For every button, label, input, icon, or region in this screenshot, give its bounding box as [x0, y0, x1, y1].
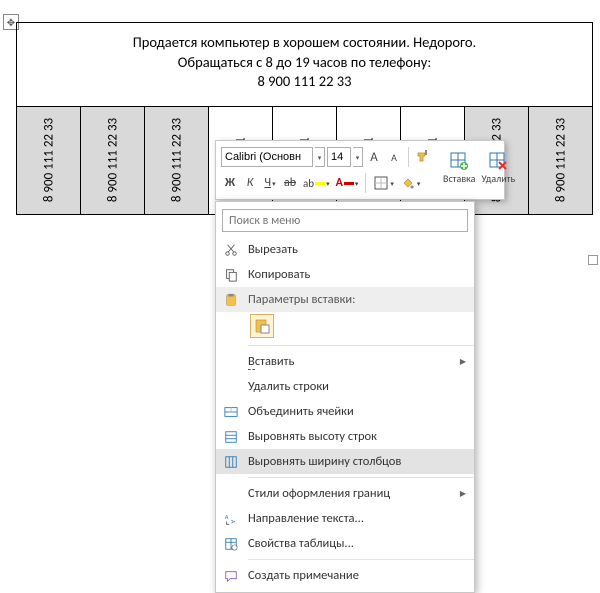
menu-merge-cells[interactable]: Объединить ячейки — [216, 399, 474, 424]
tearoff-strip[interactable]: 8 900 111 22 33 — [17, 107, 81, 215]
strikethrough-button[interactable]: ab — [281, 172, 299, 194]
menu-delete-rows[interactable]: Удалить строки — [216, 374, 474, 399]
delete-split-button[interactable]: Удалить — [478, 144, 518, 192]
table-resize-handle[interactable] — [588, 255, 598, 265]
borders-button[interactable]: ▾ — [371, 172, 396, 194]
insert-split-button[interactable]: Вставка — [440, 144, 478, 192]
table-properties-icon — [222, 535, 240, 553]
delete-table-icon — [488, 151, 508, 171]
paste-icon — [222, 291, 240, 309]
menu-insert[interactable]: ВВставитьставить ▶ — [216, 349, 474, 374]
menu-new-comment[interactable]: Создать примечание — [216, 563, 474, 588]
ad-line1: Продается компьютер в хорошем состоянии.… — [25, 33, 584, 53]
paste-option-nest-table[interactable] — [250, 314, 274, 338]
ad-cell[interactable]: Продается компьютер в хорошем состоянии.… — [16, 22, 593, 107]
context-menu: Вырезать Копировать Параметры вставки: В… — [215, 201, 475, 593]
distribute-rows-icon — [222, 428, 240, 446]
menu-search-input[interactable] — [222, 209, 468, 232]
underline-button[interactable]: Ч▾ — [261, 172, 279, 194]
submenu-arrow-icon: ▶ — [460, 357, 466, 367]
svg-text:A: A — [229, 519, 237, 523]
svg-text:A: A — [225, 513, 229, 521]
submenu-arrow-icon: ▶ — [460, 489, 466, 499]
shading-button[interactable]: ▾ — [398, 172, 423, 194]
merge-cells-icon — [222, 403, 240, 421]
comment-icon — [222, 567, 240, 585]
menu-copy[interactable]: Копировать — [216, 262, 474, 287]
cut-icon — [222, 241, 240, 259]
copy-icon — [222, 266, 240, 284]
tearoff-strip[interactable]: 8 900 111 22 33 — [529, 107, 593, 215]
menu-text-direction[interactable]: AA Направление текста... — [216, 506, 474, 531]
insert-table-icon — [449, 151, 469, 171]
bold-button[interactable]: Ж — [221, 172, 239, 194]
ad-line2: Обращаться с 8 до 19 часов по телефону: — [25, 53, 584, 73]
menu-table-properties[interactable]: Свойства таблицы... — [216, 531, 474, 556]
font-family-dropdown[interactable]: ▾ — [315, 147, 325, 167]
italic-button[interactable]: К — [241, 172, 259, 194]
menu-border-styles[interactable]: Стили оформления границ ▶ — [216, 481, 474, 506]
menu-cut[interactable]: Вырезать — [216, 237, 474, 262]
increase-font-button[interactable]: A — [365, 146, 383, 168]
font-color-button[interactable]: A▾ — [334, 172, 361, 194]
font-size-input[interactable] — [327, 147, 351, 167]
menu-search — [222, 209, 468, 232]
mini-toolbar: ▾ ▾ A A Ж К Ч▾ ab ab▾ A▾ ▾ — [215, 140, 505, 200]
paste-options-row — [216, 312, 474, 342]
menu-distribute-rows[interactable]: Выровнять высоту строк — [216, 424, 474, 449]
ad-phone: 8 900 111 22 33 — [25, 72, 584, 92]
font-family-input[interactable] — [221, 147, 313, 167]
menu-distribute-cols[interactable]: Выровнять ширину столбцов — [216, 449, 474, 474]
tearoff-strip[interactable]: 8 900 111 22 33 — [145, 107, 209, 215]
font-size-dropdown[interactable]: ▾ — [353, 147, 363, 167]
text-direction-icon: AA — [222, 510, 240, 528]
distribute-cols-icon — [222, 453, 240, 471]
menu-paste-options-header: Параметры вставки: — [216, 287, 474, 312]
decrease-font-button[interactable]: A — [385, 146, 403, 168]
tearoff-strip[interactable]: 8 900 111 22 33 — [81, 107, 145, 215]
highlight-button[interactable]: ab▾ — [301, 172, 332, 194]
format-painter-button[interactable] — [414, 146, 434, 168]
